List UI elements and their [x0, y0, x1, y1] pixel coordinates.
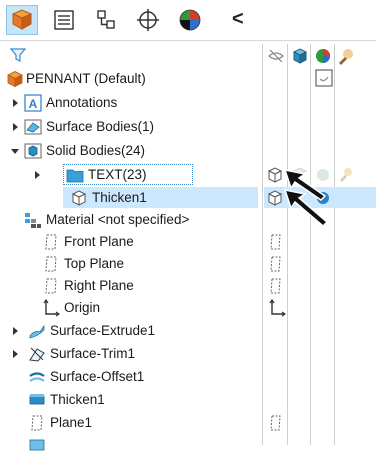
expand-arrow-icon[interactable] — [12, 349, 20, 359]
part-icon — [7, 71, 23, 88]
tree-item-surface-offset[interactable]: Surface-Offset1 — [0, 366, 376, 388]
surface-extrude-icon — [29, 324, 45, 339]
tab-property-manager[interactable] — [48, 5, 80, 35]
root-appearance-cell[interactable] — [313, 68, 333, 90]
expand-arrow-icon[interactable] — [12, 98, 20, 108]
expand-arrow-icon[interactable] — [34, 170, 42, 180]
tree-item-label: Thicken1 — [92, 190, 147, 205]
tree-item-label: Thicken1 — [50, 392, 105, 407]
property-manager-icon — [54, 10, 74, 30]
folder-icon — [66, 169, 84, 183]
surface-trim-icon — [29, 347, 45, 362]
expand-arrow-icon[interactable] — [12, 122, 20, 132]
origin-icon — [43, 299, 60, 317]
configuration-manager-icon — [97, 10, 115, 29]
plane-visibility-icon[interactable] — [268, 414, 284, 432]
transparency-cell[interactable] — [336, 164, 356, 186]
plane-visibility-icon[interactable] — [268, 277, 284, 295]
manager-tab-bar: < — [0, 0, 376, 41]
tree-item-label: Surface-Extrude1 — [50, 323, 156, 338]
tree-item-label: Plane1 — [50, 415, 93, 430]
tree-item-label: Origin — [64, 300, 101, 315]
surface-bodies-folder-icon — [24, 119, 42, 135]
filter-icon — [9, 48, 27, 62]
tree-item-surface-bodies[interactable]: Surface Bodies(1) — [0, 116, 376, 138]
tab-dimxpert-manager[interactable] — [132, 5, 164, 35]
tree-item-label: Annotations — [46, 95, 118, 110]
plane-icon — [45, 256, 57, 272]
tree-root-label: PENNANT (Default) — [26, 71, 146, 86]
tab-feature-manager[interactable] — [6, 5, 38, 35]
thicken-feature-icon — [29, 394, 45, 405]
column-appearance-header[interactable] — [313, 46, 333, 66]
column-transparency-header[interactable] — [336, 46, 356, 66]
filter-button[interactable] — [9, 47, 27, 66]
tree-item-label: Surface-Trim1 — [50, 346, 136, 361]
tree-item-top-plane[interactable]: Top Plane — [0, 253, 376, 275]
transparency-faded-icon — [340, 168, 352, 182]
mouse-cursor-icon — [283, 189, 329, 228]
tree-item-label: Material <not specified> — [46, 212, 190, 227]
tab-display-manager[interactable] — [174, 5, 206, 35]
tree-item-partial — [0, 436, 376, 458]
tree-root[interactable]: PENNANT (Default) — [0, 68, 376, 90]
tree-item-label: Surface-Offset1 — [50, 369, 145, 384]
display-mode-icon — [292, 48, 308, 64]
solid-bodies-folder-icon — [24, 143, 42, 159]
column-display-mode-header[interactable] — [290, 46, 310, 66]
plane-visibility-icon[interactable] — [268, 255, 284, 273]
surface-offset-icon — [29, 372, 45, 382]
tree-item-label: Top Plane — [64, 256, 125, 271]
tree-item-thicken-feature[interactable]: Thicken1 — [0, 389, 376, 411]
body-visibility-icon — [267, 167, 283, 183]
tree-item-label: Surface Bodies(1) — [46, 119, 155, 134]
svg-text:A: A — [29, 97, 38, 111]
tree-item-surface-extrude[interactable]: Surface-Extrude1 — [0, 320, 376, 342]
tree-item-origin[interactable]: Origin — [0, 297, 376, 319]
material-icon — [25, 213, 41, 228]
tree-item-solid-bodies[interactable]: Solid Bodies(24) — [0, 140, 376, 162]
appearance-icon — [316, 49, 330, 63]
origin-visibility-icon[interactable] — [268, 299, 286, 317]
expand-arrow-icon[interactable] — [12, 326, 20, 336]
collapse-panel-button[interactable]: < — [232, 8, 244, 31]
column-hide-show-header[interactable] — [266, 46, 286, 66]
tree-item-label: Front Plane — [64, 234, 134, 249]
plane-icon — [31, 415, 43, 431]
tree-item-surface-trim[interactable]: Surface-Trim1 — [0, 343, 376, 365]
display-manager-icon — [179, 9, 201, 31]
body-visibility-icon — [267, 190, 283, 206]
hide-show-icon — [268, 49, 284, 63]
tree-item-right-plane[interactable]: Right Plane — [0, 275, 376, 297]
dimxpert-manager-icon — [137, 9, 159, 31]
collapse-arrow-icon[interactable] — [10, 148, 20, 156]
tree-item-annotations[interactable]: A Annotations — [0, 92, 376, 114]
tree-item-label: TEXT(23) — [88, 167, 147, 182]
feature-icon — [29, 439, 45, 451]
tree-item-front-plane[interactable]: Front Plane — [0, 231, 376, 253]
feature-manager-icon — [11, 9, 33, 30]
plane-visibility-icon[interactable] — [268, 233, 284, 251]
transparency-icon — [339, 49, 353, 65]
annotations-icon: A — [24, 94, 42, 112]
appearance-swatch-icon — [315, 69, 333, 87]
plane-icon — [45, 278, 57, 294]
tree-item-plane1[interactable]: Plane1 — [0, 412, 376, 434]
tab-configuration-manager[interactable] — [90, 5, 122, 35]
plane-icon — [45, 234, 57, 250]
filter-row — [0, 44, 376, 66]
tree-item-label: Solid Bodies(24) — [46, 143, 146, 158]
tree-item-label: Right Plane — [64, 278, 134, 293]
solid-body-icon — [71, 190, 87, 206]
